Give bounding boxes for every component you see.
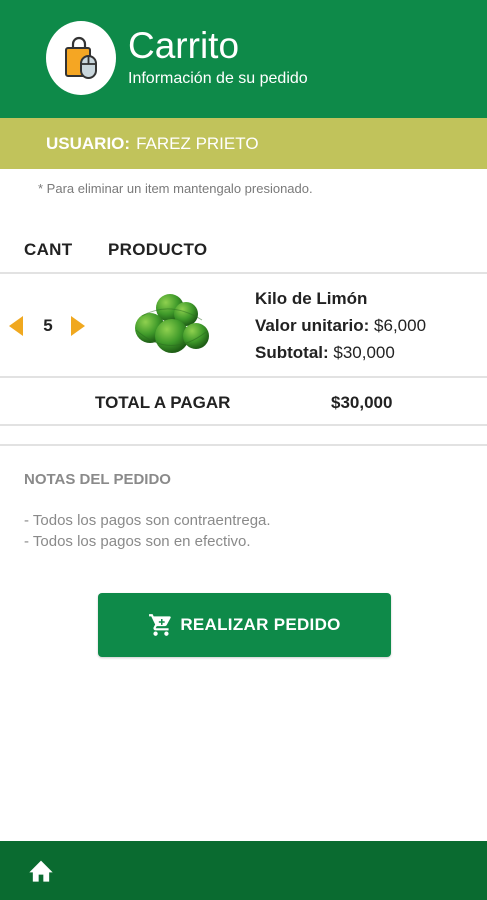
item-quantity: 5 bbox=[43, 316, 53, 335]
subtotal-label: Subtotal: bbox=[255, 343, 329, 362]
user-name: FAREZ PRIETO bbox=[136, 133, 259, 153]
home-icon[interactable] bbox=[27, 857, 55, 883]
page-subtitle: Información de su pedido bbox=[128, 70, 308, 87]
delete-hint: * Para eliminar un item mantengalo presi… bbox=[38, 181, 313, 196]
unit-price-value: $6,000 bbox=[374, 316, 427, 335]
item-unit-price: Valor unitario: $6,000 bbox=[255, 316, 426, 336]
column-header-cant: CANT bbox=[24, 240, 73, 259]
place-order-label: REALIZAR PEDIDO bbox=[180, 615, 341, 634]
arrow-left-icon[interactable] bbox=[9, 316, 23, 336]
notes-title: NOTAS DEL PEDIDO bbox=[24, 471, 171, 488]
page-title: Carrito bbox=[128, 25, 240, 66]
item-name: Kilo de Limón bbox=[255, 289, 368, 308]
item-subtotal: Subtotal: $30,000 bbox=[255, 343, 395, 363]
cart-icon bbox=[149, 614, 172, 636]
divider bbox=[0, 424, 487, 426]
place-order-button[interactable]: REALIZAR PEDIDO bbox=[98, 593, 391, 657]
unit-price-label: Valor unitario: bbox=[255, 316, 370, 335]
limes-image bbox=[135, 294, 209, 353]
divider bbox=[0, 444, 487, 446]
divider bbox=[0, 376, 487, 378]
user-bar: USUARIO: FAREZ PRIETO bbox=[0, 118, 487, 169]
note-line: - Todos los pagos son en efectivo. bbox=[24, 533, 251, 550]
user-label: USUARIO: bbox=[46, 133, 131, 153]
app-header: Carrito Información de su pedido bbox=[0, 0, 487, 118]
total-label: TOTAL A PAGAR bbox=[95, 393, 231, 412]
note-line: - Todos los pagos son contraentrega. bbox=[24, 512, 271, 529]
total-value: $30,000 bbox=[331, 393, 393, 412]
bottom-nav bbox=[0, 841, 487, 900]
column-header-producto: PRODUCTO bbox=[108, 240, 208, 259]
arrow-right-icon[interactable] bbox=[71, 316, 85, 336]
logo bbox=[46, 21, 116, 95]
shopping-bag-icon bbox=[65, 36, 97, 79]
divider bbox=[0, 272, 487, 274]
subtotal-value: $30,000 bbox=[333, 343, 395, 362]
